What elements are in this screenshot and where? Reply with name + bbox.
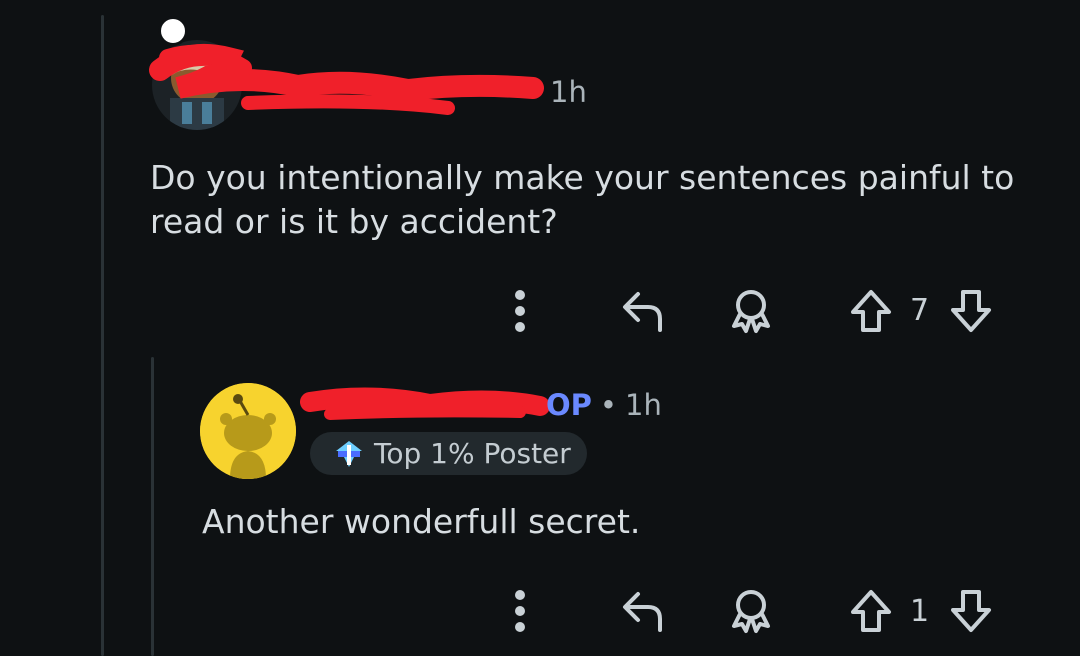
upvote-button[interactable] [846, 286, 896, 336]
vote-count: 7 [910, 293, 930, 328]
reply-icon [623, 292, 662, 332]
comment-time: 1h [625, 388, 662, 422]
award-button[interactable] [726, 586, 776, 636]
comment-thread: 1h Do you intentionally make your senten… [0, 0, 1080, 656]
upvote-arrow-icon [851, 590, 891, 632]
upvote-button[interactable] [846, 586, 896, 636]
downvote-button[interactable] [946, 286, 996, 336]
op-badge: OP [546, 388, 592, 422]
upvote-arrow-icon [851, 290, 891, 332]
more-options-button[interactable] [504, 586, 536, 636]
reply-button[interactable] [618, 586, 668, 636]
award-button[interactable] [726, 286, 776, 336]
reply-button[interactable] [618, 286, 668, 336]
meta-separator: • [599, 388, 618, 422]
comment-meta: OP • 1h [546, 388, 662, 422]
username-redaction [300, 387, 550, 420]
top-poster-icon [336, 440, 362, 467]
comment-body: Another wonderfull secret. [202, 502, 641, 541]
award-icon [732, 290, 770, 333]
comment-time: 1h [550, 75, 587, 109]
more-vertical-icon [515, 290, 525, 332]
flair-label: Top 1% Poster [374, 437, 571, 470]
downvote-arrow-icon [951, 290, 991, 332]
avatar[interactable] [200, 383, 296, 479]
thread-line-outer[interactable] [101, 15, 104, 656]
avatar-antenna-icon [158, 16, 188, 46]
vote-count: 1 [910, 594, 930, 629]
more-options-button[interactable] [504, 286, 536, 336]
reply-icon [623, 592, 662, 632]
thread-line-inner[interactable] [151, 357, 154, 656]
avatar[interactable] [152, 40, 242, 130]
user-flair[interactable]: Top 1% Poster [310, 432, 587, 475]
comment-meta: 1h [550, 75, 587, 109]
comment-body: Do you intentionally make your sentences… [150, 158, 1015, 241]
downvote-arrow-icon [951, 590, 991, 632]
more-vertical-icon [515, 590, 525, 632]
downvote-button[interactable] [946, 586, 996, 636]
award-icon [732, 590, 770, 633]
